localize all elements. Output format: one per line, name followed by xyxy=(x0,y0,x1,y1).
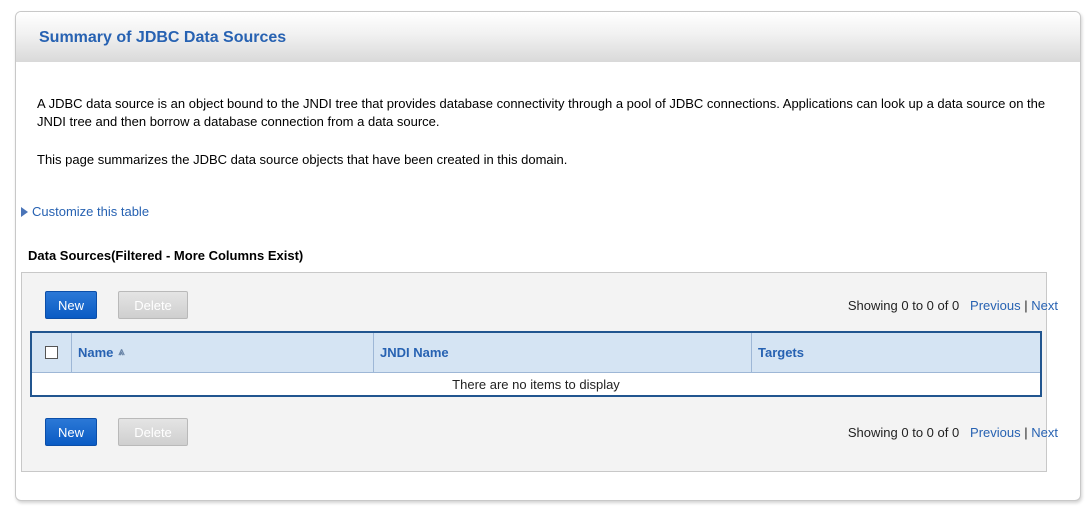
column-targets-label: Targets xyxy=(758,345,804,360)
table-header: Name ⩓ JNDI Name Targets xyxy=(32,333,1040,373)
next-link[interactable]: Next xyxy=(1031,425,1058,440)
pagination-bottom: Showing 0 to 0 of 0 Previous | Next xyxy=(848,425,1058,440)
pagination-top: Showing 0 to 0 of 0 Previous | Next xyxy=(848,298,1058,313)
customize-link-label: Customize this table xyxy=(32,204,150,219)
new-button-bottom[interactable]: New xyxy=(45,418,97,446)
select-all-cell xyxy=(32,333,72,372)
column-header-name[interactable]: Name ⩓ xyxy=(72,333,374,372)
sort-ascending-icon: ⩓ xyxy=(118,346,125,358)
delete-button-bottom[interactable]: Delete xyxy=(118,418,188,446)
column-header-targets[interactable]: Targets xyxy=(752,333,1040,372)
column-header-jndi-name[interactable]: JNDI Name xyxy=(374,333,752,372)
page-title: Summary of JDBC Data Sources xyxy=(39,29,287,46)
column-name-label: Name xyxy=(78,345,114,360)
select-all-checkbox[interactable] xyxy=(45,346,58,359)
previous-link[interactable]: Previous xyxy=(970,425,1021,440)
data-sources-table: Name ⩓ JNDI Name Targets There are no it… xyxy=(30,331,1042,397)
showing-count: Showing 0 to 0 of 0 xyxy=(847,425,960,440)
table-title: Data Sources(Filtered - More Columns Exi… xyxy=(28,248,304,263)
pagination-separator: | xyxy=(1024,425,1028,440)
new-button-top[interactable]: New xyxy=(45,291,97,319)
empty-table-message: There are no items to display xyxy=(452,376,620,392)
column-jndi-label: JNDI Name xyxy=(380,345,449,360)
showing-count: Showing 0 to 0 of 0 xyxy=(847,298,960,313)
pagination-separator: | xyxy=(1024,298,1028,313)
expand-triangle-icon xyxy=(21,206,28,217)
delete-button-top[interactable]: Delete xyxy=(118,291,188,319)
panel-title-bar: Summary of JDBC Data Sources xyxy=(16,12,1080,62)
description-text: A JDBC data source is an object bound to… xyxy=(37,96,1046,129)
summary-text: This page summarizes the JDBC data sourc… xyxy=(37,152,568,167)
previous-link[interactable]: Previous xyxy=(970,298,1021,313)
customize-table-link[interactable]: Customize this table xyxy=(21,204,149,219)
next-link[interactable]: Next xyxy=(1031,298,1058,313)
